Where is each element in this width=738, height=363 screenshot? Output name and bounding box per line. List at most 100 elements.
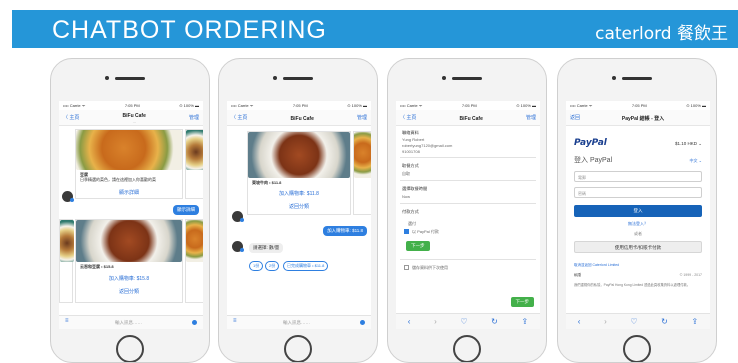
divider: [400, 203, 536, 204]
paypal-login-screen: •••• Carrie ᯤ 7:05 PM ⊙ 100% ▬ 返回 PayPal…: [566, 101, 710, 329]
time-label: 選擇取餐時間: [402, 186, 428, 191]
forward-arrow-icon[interactable]: ›: [604, 317, 607, 326]
home-button[interactable]: [623, 335, 651, 362]
home-button[interactable]: [284, 335, 312, 362]
share-icon[interactable]: ⇪: [521, 317, 528, 326]
guest-checkout-button[interactable]: 使用信用卡/扣賬卡付款: [574, 241, 702, 253]
back-to-category-link[interactable]: 返回分類: [76, 288, 182, 295]
nav-bar: 〈 主頁 BiFu Cafe 管理: [227, 110, 371, 126]
browser-toolbar: ‹ › ♡ ↻ ⇪: [396, 313, 540, 329]
quick-reply-2[interactable]: 2份: [265, 261, 280, 271]
dish-image: [76, 130, 182, 170]
manage-button[interactable]: 管理: [189, 114, 199, 121]
back-button[interactable]: 〈 主頁: [63, 114, 79, 121]
back-button[interactable]: 〈 主頁: [231, 114, 247, 121]
status-bar: •••• Carrie ᯤ 7:05 PM ⊙ 100% ▬: [63, 103, 199, 108]
home-button[interactable]: [116, 335, 144, 362]
dish-card-next[interactable]: [185, 129, 203, 199]
payment-label: 付款方式: [402, 209, 419, 214]
pay-method-label: 選付: [408, 221, 416, 226]
dish-card[interactable]: 豆腐 日季精選的菜色，請在這裡加入你喜歡的菜 顯示詳細: [75, 129, 183, 199]
email-field[interactable]: robertyung7120@gmail.com: [402, 143, 452, 148]
message-input-bar[interactable]: ≡ 輸入訊息……: [227, 315, 371, 329]
dish-name: 東坡牛肉 • $11.8: [252, 180, 282, 185]
header-banner: CHATBOT ORDERING caterlord 餐飲王: [12, 10, 738, 48]
paypal-checkbox[interactable]: [404, 229, 409, 234]
chat-title: BiFu Cafe: [459, 116, 483, 122]
email-input[interactable]: 電郵: [574, 171, 702, 182]
password-input[interactable]: 密碼: [574, 187, 702, 198]
send-icon[interactable]: [192, 320, 197, 325]
speaker-slot: [115, 77, 145, 80]
browser-toolbar: ‹ › ♡ ↻ ⇪: [566, 313, 710, 329]
quick-reply-1[interactable]: 1份: [249, 261, 264, 271]
dish-image: [186, 220, 203, 262]
divider: [400, 157, 536, 158]
dish-card-prev[interactable]: [59, 219, 74, 303]
heart-icon[interactable]: ♡: [630, 317, 637, 326]
forward-arrow-icon[interactable]: ›: [434, 317, 437, 326]
camera-dot: [105, 76, 109, 80]
menu-icon[interactable]: ≡: [233, 318, 237, 324]
cancel-return-link[interactable]: 取消並返回 Caterlord Limited: [574, 263, 619, 268]
back-to-category-link[interactable]: 返回分類: [248, 203, 350, 210]
submit-button[interactable]: 下一步: [510, 297, 534, 307]
manage-button[interactable]: 管理: [526, 114, 536, 121]
remember-label: 儲存資料供下次使用: [412, 265, 448, 270]
nav-bar: 〈 主頁 BiFu Cafe… 管理: [59, 110, 203, 126]
user-message: 顯示詳細: [173, 205, 199, 215]
name-field[interactable]: Yung Robert: [402, 137, 424, 142]
status-bar: •••• Carrie ᯤ 7:05 PM ⊙ 100% ▬: [400, 103, 536, 108]
message-input[interactable]: 輸入訊息……: [283, 320, 310, 326]
login-heading: 登入 PayPal: [574, 157, 613, 164]
dish-image: [248, 132, 350, 178]
copyright: © 1999 - 2017: [679, 273, 702, 277]
back-button[interactable]: 返回: [570, 114, 580, 121]
language-select[interactable]: 中文 ⌄: [690, 158, 702, 163]
heart-icon[interactable]: ♡: [460, 317, 467, 326]
dish-card[interactable]: 東坡牛肉 • $11.8 加入購物車: $11.8 返回分類: [247, 131, 351, 215]
manage-button[interactable]: 管理: [357, 114, 367, 121]
or-divider: 或者: [634, 231, 642, 236]
back-arrow-icon[interactable]: ‹: [578, 317, 581, 326]
dish-name: 云吞和豆腐 • $15.8: [80, 264, 114, 269]
speaker-slot: [283, 77, 313, 80]
remember-checkbox[interactable]: [404, 265, 409, 270]
nav-bar: 〈 主頁 BiFu Cafe 管理: [396, 110, 540, 126]
phone-field[interactable]: 91001708: [402, 149, 420, 154]
user-message: 加入購物車: $11.8: [323, 226, 367, 236]
dish-card-next[interactable]: [185, 219, 203, 303]
brand-logo: caterlord 餐飲王: [595, 24, 728, 44]
reload-icon[interactable]: ↻: [661, 317, 668, 326]
add-to-cart-link[interactable]: 加入購物車: $11.8: [248, 190, 350, 197]
status-bar: •••• Carrie ᯤ 7:05 PM ⊙ 100% ▬: [570, 103, 706, 108]
divider: [400, 180, 536, 181]
share-icon[interactable]: ⇪: [691, 317, 698, 326]
order-amount[interactable]: $1.10 HKD ⌄: [675, 141, 702, 146]
chat-screen-menu: •••• Carrie ᯤ 7:05 PM ⊙ 100% ▬ 〈 主頁 BiFu…: [59, 101, 203, 329]
add-to-cart-link[interactable]: 加入購物車: $15.8: [76, 275, 182, 282]
quick-reply-checkout[interactable]: 已完成購物車 • $11.8: [283, 261, 329, 271]
privacy-link[interactable]: 私隱: [574, 273, 581, 278]
show-detail-link[interactable]: 顯示詳細: [76, 189, 182, 196]
login-button[interactable]: 登入: [574, 205, 702, 217]
camera-dot: [273, 76, 277, 80]
chat-screen-cart: •••• Carrie ᯤ 7:05 PM ⊙ 100% ▬ 〈 主頁 BiFu…: [227, 101, 371, 329]
pickup-label: 取餐方式: [402, 163, 419, 168]
dish-card-next[interactable]: [353, 131, 371, 215]
home-button[interactable]: [453, 335, 481, 362]
time-select[interactable]: Now: [402, 194, 410, 199]
pickup-select[interactable]: 自取: [402, 171, 410, 177]
dish-image: [186, 130, 203, 170]
message-input-bar[interactable]: ≡ 輸入訊息……: [59, 315, 203, 329]
bot-avatar: [232, 211, 244, 222]
send-icon[interactable]: [360, 320, 365, 325]
back-button[interactable]: 〈 主頁: [400, 114, 416, 121]
menu-icon[interactable]: ≡: [65, 318, 69, 324]
back-arrow-icon[interactable]: ‹: [408, 317, 411, 326]
next-button[interactable]: 下一步: [406, 241, 430, 251]
forgot-link[interactable]: 無法登入？: [566, 221, 710, 227]
message-input[interactable]: 輸入訊息……: [115, 320, 142, 326]
dish-card[interactable]: 云吞和豆腐 • $15.8 加入購物車: $15.8 返回分類: [75, 219, 183, 303]
reload-icon[interactable]: ↻: [491, 317, 498, 326]
